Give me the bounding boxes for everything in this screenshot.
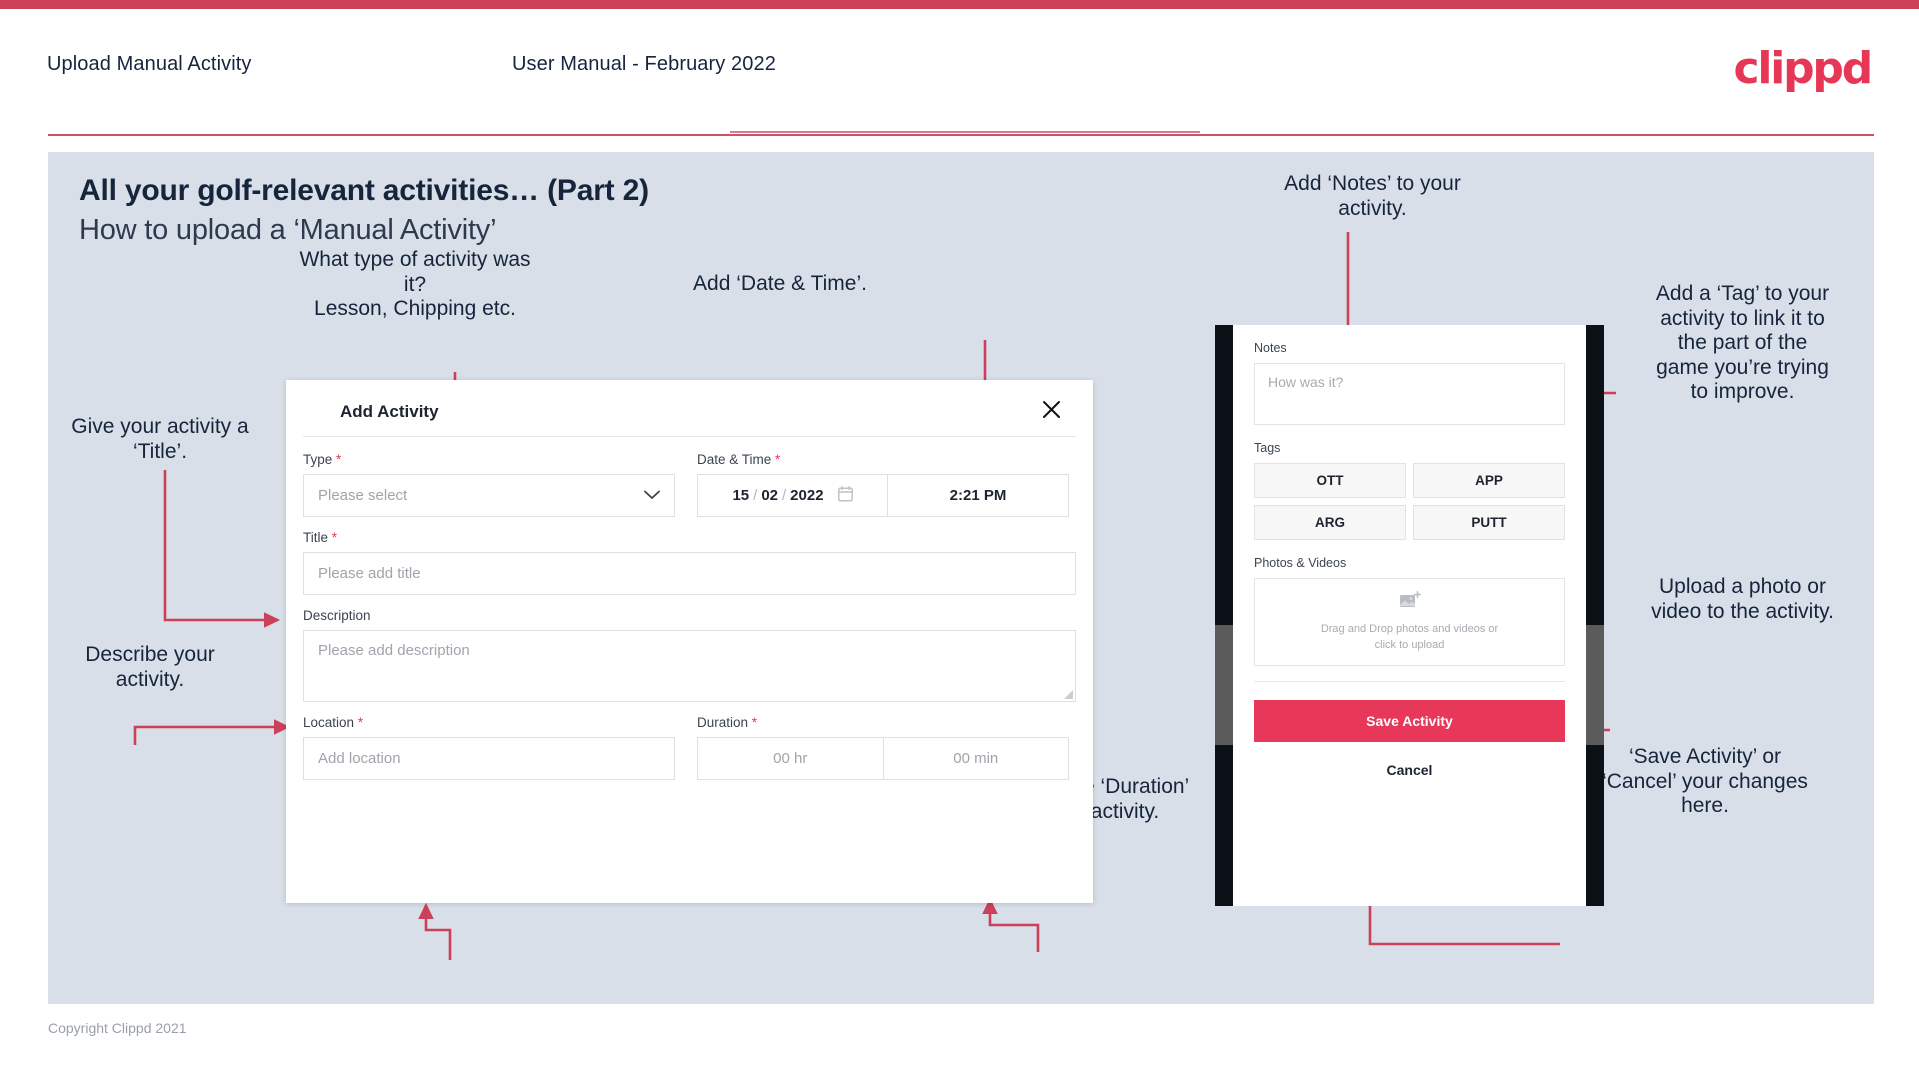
image-add-icon: [1399, 591, 1421, 616]
annotation-type: What type of activity was it? Lesson, Chi…: [299, 248, 531, 321]
clippd-logo: clippd: [1733, 43, 1873, 94]
label-description: Description: [303, 608, 371, 623]
label-location: Location *: [303, 715, 364, 730]
annotation-title: Give your activity a ‘Title’.: [71, 415, 249, 463]
activity-form: Type * Please select Date & Time * 15 /: [303, 452, 1076, 793]
tag-putt[interactable]: PUTT: [1413, 505, 1565, 540]
phone-divider: [1254, 681, 1565, 682]
tag-app[interactable]: APP: [1413, 463, 1565, 498]
modal-header: Add Activity: [286, 380, 1093, 436]
required-marker: *: [751, 715, 758, 730]
page-title: Upload Manual Activity: [47, 53, 252, 75]
cancel-button[interactable]: Cancel: [1254, 762, 1565, 778]
photos-videos-label: Photos & Videos: [1254, 556, 1347, 570]
type-placeholder: Please select: [318, 487, 408, 504]
tags-grid: OTT APP ARG PUTT: [1254, 463, 1565, 540]
modal-title: Add Activity: [340, 402, 439, 421]
modal-divider: [303, 436, 1076, 437]
type-select[interactable]: Please select: [303, 474, 675, 517]
phone-mockup: Notes How was it? Tags OTT APP ARG PUTT …: [1215, 325, 1604, 906]
duration-hours-input[interactable]: 00 hr: [697, 737, 883, 780]
time-input[interactable]: 2:21 PM: [887, 474, 1069, 517]
date-sep-1: /: [753, 487, 758, 504]
footer-copyright: Copyright Clippd 2021: [48, 1020, 187, 1036]
photo-upload-dropzone[interactable]: Drag and Drop photos and videos or click…: [1254, 578, 1565, 666]
slide-subtitle: How to upload a ‘Manual Activity’: [79, 214, 497, 246]
required-marker: *: [775, 452, 781, 467]
header-divider-overlap: [730, 131, 1200, 133]
label-title: Title *: [303, 530, 338, 545]
date-year: 2022: [790, 487, 824, 504]
date-input[interactable]: 15 / 02 / 2022: [697, 474, 887, 517]
add-activity-modal: Add Activity Type * Please select Date &…: [286, 380, 1093, 903]
phone-screen: Notes How was it? Tags OTT APP ARG PUTT …: [1233, 325, 1586, 906]
notes-textarea[interactable]: How was it?: [1254, 363, 1565, 425]
date-sep-2: /: [782, 487, 787, 504]
label-duration: Duration *: [697, 715, 758, 730]
label-datetime: Date & Time *: [697, 452, 781, 467]
notes-label: Notes: [1254, 341, 1287, 355]
required-marker: *: [357, 715, 364, 730]
tag-arg[interactable]: ARG: [1254, 505, 1406, 540]
field-location: Location * Add location: [303, 715, 675, 780]
calendar-icon[interactable]: [837, 485, 853, 506]
required-marker: *: [336, 452, 342, 467]
close-icon[interactable]: [1036, 394, 1066, 424]
annotation-tags: Add a ‘Tag’ to your activity to link it t…: [1655, 282, 1830, 404]
location-input[interactable]: Add location: [303, 737, 675, 780]
tags-label: Tags: [1254, 441, 1281, 455]
field-description: Description Please add description: [303, 608, 1076, 702]
header-subtitle: User Manual - February 2022: [512, 53, 776, 75]
tag-ott[interactable]: OTT: [1254, 463, 1406, 498]
dropzone-text-line2: click to upload: [1374, 638, 1445, 651]
description-textarea[interactable]: Please add description: [303, 630, 1076, 702]
required-marker: *: [331, 530, 338, 545]
date-day: 15: [732, 487, 750, 504]
dropzone-text: Drag and Drop photos and videos or click…: [1321, 622, 1498, 653]
date-month: 02: [761, 487, 778, 504]
annotation-notes: Add ‘Notes’ to your activity.: [1284, 172, 1461, 220]
phone-frame-right: [1586, 325, 1604, 906]
dropzone-text-line1: Drag and Drop photos and videos or: [1320, 623, 1499, 636]
header-divider: [48, 134, 1874, 136]
field-datetime: Date & Time * 15 / 02 / 2022 2:21 PM: [697, 452, 1069, 517]
top-accent-bar: [0, 0, 1919, 9]
phone-frame-left: [1215, 325, 1233, 906]
field-duration: Duration * 00 hr 00 min: [697, 715, 1069, 780]
page-header: Upload Manual Activity User Manual - Feb…: [0, 9, 1919, 136]
field-title: Title * Please add title: [303, 530, 1076, 595]
field-type: Type * Please select: [303, 452, 675, 517]
annotation-description: Describe your activity.: [85, 643, 215, 691]
slide-page: Upload Manual Activity User Manual - Feb…: [0, 0, 1919, 1079]
save-activity-button[interactable]: Save Activity: [1254, 700, 1565, 742]
duration-minutes-input[interactable]: 00 min: [882, 737, 1069, 780]
title-input[interactable]: Please add title: [303, 552, 1076, 595]
label-type: Type *: [303, 452, 342, 467]
annotation-datetime: Add ‘Date & Time’.: [693, 272, 867, 295]
annotation-upload: Upload a photo or video to the activity.: [1651, 575, 1834, 623]
slide-title: All your golf-relevant activities… (Part…: [79, 174, 649, 207]
chevron-down-icon: [644, 487, 660, 504]
